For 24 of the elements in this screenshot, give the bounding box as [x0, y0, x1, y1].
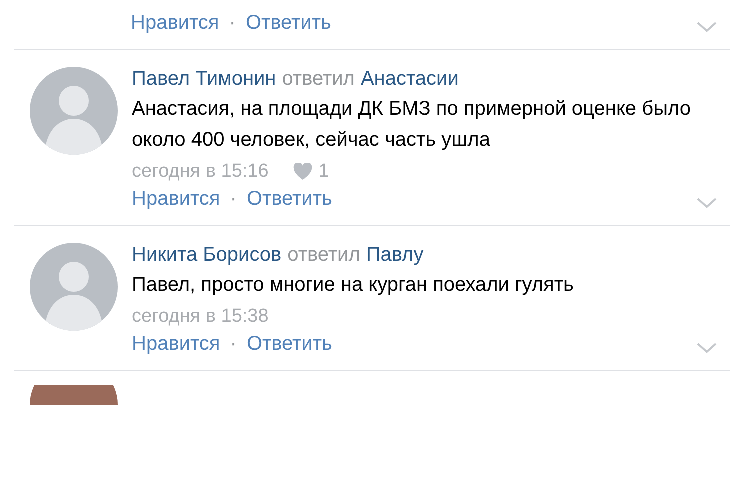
like-link[interactable]: Нравится — [132, 333, 220, 356]
like-link[interactable]: Нравится — [131, 12, 220, 35]
author-name[interactable]: Никита Борисов — [132, 240, 282, 270]
reply-link[interactable]: Ответить — [246, 333, 332, 356]
comment-time: сегодня в 15:16 — [132, 160, 269, 184]
heart-icon — [292, 163, 313, 181]
comment-time: сегодня в 15:38 — [132, 305, 269, 329]
comment-text: Анастасия, на площади ДК БМЗ по примерной оценке было около 400 человек, сейчас часть ушла — [132, 97, 692, 153]
like-link[interactable]: Нравится — [132, 188, 220, 211]
comment-text: Павел, просто многие на курган поехали гулять — [132, 273, 575, 298]
reply-link[interactable]: Ответить — [246, 12, 332, 35]
separator-dot: · — [230, 333, 237, 356]
separator-dot: · — [229, 12, 236, 35]
author-name[interactable]: Павел Тимонин — [132, 64, 276, 94]
reply-target-link[interactable]: Павлу — [366, 240, 424, 270]
reply-target-link[interactable]: Анастасии — [360, 64, 459, 94]
like-count: 1 — [318, 160, 330, 184]
reply-label: ответил — [282, 67, 355, 92]
reply-label: ответил — [288, 243, 360, 268]
chevron-down-icon[interactable] — [696, 20, 718, 34]
separator-dot: · — [230, 188, 237, 211]
reply-link[interactable]: Ответить — [246, 188, 332, 211]
chevron-down-icon[interactable] — [696, 196, 718, 210]
chevron-down-icon[interactable] — [696, 341, 718, 355]
